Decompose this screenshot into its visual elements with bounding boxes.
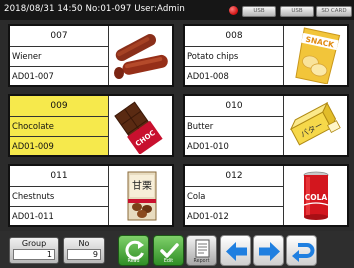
previous-button[interactable] bbox=[220, 235, 251, 266]
product-number: 012 bbox=[185, 166, 283, 187]
product-number: 007 bbox=[10, 26, 108, 47]
arrow-right-icon bbox=[259, 242, 280, 261]
product-card-008[interactable]: 008 Potato chips AD01-008 SNACK bbox=[183, 24, 349, 87]
bottom-toolbar: Group 1 No 9 Read Edit Report bbox=[0, 231, 354, 268]
product-number: 010 bbox=[185, 96, 283, 117]
product-card-009[interactable]: 009 Chocolate AD01-009 CHOC bbox=[8, 94, 174, 157]
status-bar: 2018/08/31 14:50 No:01-097 User:Admin US… bbox=[0, 0, 354, 20]
product-name: Chestnuts bbox=[10, 187, 108, 207]
product-code: AD01-009 bbox=[10, 137, 108, 155]
product-card-011[interactable]: 011 Chestnuts AD01-011 甘栗 bbox=[8, 164, 174, 227]
product-code: AD01-010 bbox=[185, 137, 283, 155]
product-name: Potato chips bbox=[185, 47, 283, 67]
sd-card-slot: SD CARD bbox=[316, 6, 352, 17]
product-name: Wiener bbox=[10, 47, 108, 67]
alert-indicator-icon bbox=[229, 6, 238, 15]
product-number: 008 bbox=[185, 26, 283, 47]
chips-bag-icon: SNACK bbox=[295, 27, 341, 84]
cola-can-icon: COLA bbox=[303, 171, 329, 220]
product-number: 009 bbox=[10, 96, 108, 117]
group-value: 1 bbox=[13, 249, 55, 260]
product-code: AD01-008 bbox=[185, 67, 283, 85]
svg-text:甘栗: 甘栗 bbox=[132, 179, 152, 192]
sausage-icon bbox=[114, 34, 168, 79]
svg-text:COLA: COLA bbox=[305, 193, 328, 202]
group-field[interactable]: Group 1 bbox=[9, 237, 59, 264]
edit-button-label: Edit bbox=[163, 259, 174, 264]
status-text: 2018/08/31 14:50 No:01-097 User:Admin bbox=[4, 4, 185, 14]
usb-slot-1: USB bbox=[242, 6, 276, 17]
product-card-012[interactable]: 012 Cola AD01-012 COLA bbox=[183, 164, 349, 227]
product-card-007[interactable]: 007 Wiener AD01-007 bbox=[8, 24, 174, 87]
report-button-label: Report bbox=[193, 259, 210, 264]
chestnut-bag-icon: 甘栗 bbox=[127, 171, 157, 221]
product-name: Butter bbox=[185, 117, 283, 137]
usb-slot-2: USB bbox=[280, 6, 314, 17]
arrow-left-icon bbox=[226, 242, 247, 261]
return-arrow-icon bbox=[292, 243, 315, 262]
product-name: Chocolate bbox=[10, 117, 108, 137]
number-field[interactable]: No 9 bbox=[63, 237, 105, 264]
product-code: AD01-007 bbox=[10, 67, 108, 85]
read-button[interactable]: Read bbox=[118, 235, 149, 266]
read-button-label: Read bbox=[127, 259, 140, 264]
report-button[interactable]: Report bbox=[186, 235, 217, 266]
edit-button[interactable]: Edit bbox=[153, 235, 184, 266]
butter-icon: バター bbox=[289, 101, 341, 146]
product-number: 011 bbox=[10, 166, 108, 187]
group-label: Group bbox=[21, 239, 47, 248]
number-label: No bbox=[78, 239, 90, 248]
product-name: Cola bbox=[185, 187, 283, 207]
product-code: AD01-012 bbox=[185, 207, 283, 225]
number-value: 9 bbox=[67, 249, 101, 260]
product-code: AD01-011 bbox=[10, 207, 108, 225]
product-grid: 007 Wiener AD01-007 008 Potato chips AD0… bbox=[8, 24, 349, 228]
return-button[interactable] bbox=[286, 235, 317, 266]
chocolate-icon: CHOC bbox=[114, 101, 163, 154]
product-card-010[interactable]: 010 Butter AD01-010 バター bbox=[183, 94, 349, 157]
next-button[interactable] bbox=[253, 235, 284, 266]
